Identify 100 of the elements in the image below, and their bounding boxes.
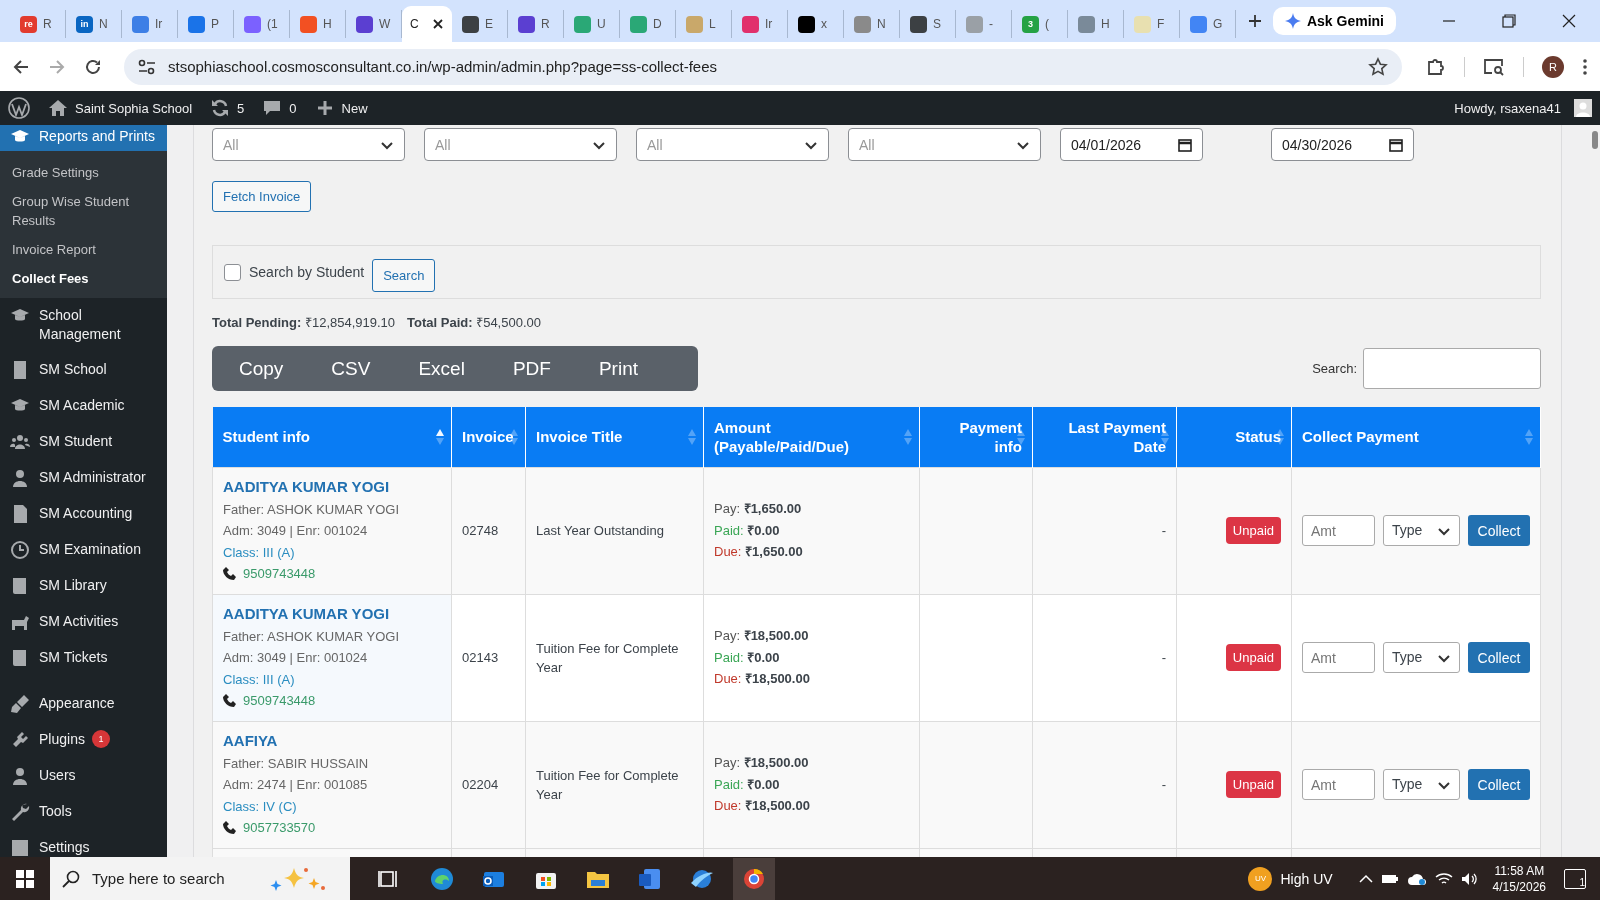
student-name-link[interactable]: AADITYA KUMAR YOGI [223, 476, 441, 497]
phone-link[interactable]: 9509743448 [243, 563, 316, 585]
collect-button[interactable]: Collect [1467, 642, 1530, 673]
browser-tab[interactable]: R [508, 10, 564, 38]
star-icon[interactable] [1368, 56, 1388, 77]
browser-tab[interactable]: W [346, 10, 402, 38]
battery-icon[interactable] [1380, 872, 1399, 885]
puzzle-icon[interactable] [1426, 56, 1446, 77]
scroll-bar[interactable] [1590, 125, 1600, 857]
class-link[interactable]: Class: III (A) [223, 668, 441, 690]
export-button[interactable]: Copy [215, 346, 308, 391]
search-button[interactable]: Search [372, 258, 436, 292]
sidebar-item[interactable]: SM Academic [0, 388, 167, 424]
class-link[interactable]: Class: IV (C) [223, 795, 441, 817]
windows-logo-icon[interactable] [16, 869, 34, 888]
browser-tab[interactable]: H [290, 10, 346, 38]
browser-tab[interactable]: - [956, 10, 1012, 38]
phone-link[interactable]: 9057733570 [243, 817, 316, 839]
sidebar-item[interactable]: School Management [0, 298, 167, 352]
column-header[interactable]: Last Payment Date [1032, 407, 1177, 467]
column-header[interactable]: Status [1176, 407, 1292, 467]
browser-tab[interactable]: S [900, 10, 956, 38]
sidebar-item[interactable]: SM School [0, 352, 167, 388]
updates-link[interactable]: 5 [210, 98, 245, 118]
column-header[interactable]: Invoice [451, 407, 526, 467]
address-bar[interactable]: stsophiaschool.cosmosconsultant.co.in/wp-admin/admin.php?page=ss-collect-fees [124, 48, 1402, 85]
wordpress-logo-icon[interactable] [8, 97, 30, 119]
document-icon[interactable] [638, 866, 662, 891]
collect-button[interactable]: Collect [1467, 515, 1530, 546]
wifi-icon[interactable] [1434, 871, 1453, 886]
export-button[interactable]: PDF [488, 346, 575, 391]
sidebar-item[interactable]: Users [0, 758, 167, 794]
browser-tab[interactable]: G [1180, 10, 1236, 38]
date-field[interactable]: 04/01/2026 [1060, 128, 1203, 161]
calendar-icon[interactable] [1178, 137, 1192, 152]
sidebar-item[interactable]: SM Examination [0, 532, 167, 568]
weather-text[interactable]: High UV [1280, 870, 1333, 887]
browser-tab[interactable]: N [844, 10, 900, 38]
payment-type-dropdown[interactable]: Type [1383, 642, 1460, 673]
column-header[interactable]: Collect Payment [1291, 407, 1541, 467]
column-header[interactable]: Amount (Payable/Paid/Due) [703, 407, 920, 467]
column-header[interactable]: Invoice Title [525, 407, 704, 467]
student-name-link[interactable]: AADITYA KUMAR YOGI [223, 603, 441, 624]
search-field[interactable]: Type here to search [90, 869, 260, 888]
profile-avatar[interactable]: R [1542, 55, 1564, 78]
reload-icon[interactable] [84, 57, 102, 76]
sidebar-item[interactable]: Tools [0, 794, 167, 830]
chevron-up-icon[interactable] [1358, 873, 1373, 884]
column-header[interactable]: Payment info [919, 407, 1033, 467]
collect-button[interactable]: Collect [1467, 769, 1530, 800]
account-menu-link[interactable]: Howdy, rsaxena41 [1454, 99, 1592, 117]
fetch-invoice-button[interactable]: Fetch Invoice [212, 181, 312, 212]
payment-type-dropdown[interactable]: Type [1383, 769, 1460, 800]
amount-field[interactable]: Amt [1302, 515, 1375, 546]
table-search-field[interactable] [1363, 348, 1541, 389]
export-button[interactable]: CSV [307, 346, 395, 391]
column-header[interactable]: Student info [212, 407, 452, 467]
browser-tab[interactable]: C [402, 6, 452, 42]
taskbar-search-box[interactable]: Type here to search [50, 857, 350, 900]
sidebar-item[interactable]: SM Activities [0, 604, 167, 640]
phone-link[interactable]: 9509743448 [243, 690, 316, 712]
browser-tab[interactable]: P [178, 10, 234, 38]
sidebar-item[interactable]: SM Student [0, 424, 167, 460]
amount-field[interactable]: Amt [1302, 642, 1375, 673]
browser-tab[interactable]: re R [10, 10, 66, 38]
sidebar-item[interactable]: SM Accounting [0, 496, 167, 532]
browser-tab[interactable]: x [788, 10, 844, 38]
amount-field[interactable]: Amt [1302, 769, 1375, 800]
back-arrow-icon[interactable] [12, 57, 30, 76]
site-settings-icon[interactable] [138, 58, 156, 75]
ask-gemini-button[interactable]: Ask Gemini [1272, 7, 1396, 35]
cloud-icon[interactable] [1406, 871, 1427, 886]
submenu-item[interactable]: Collect Fees [0, 264, 167, 293]
site-name-link[interactable]: Saint Sophia School [48, 98, 193, 118]
wave-logo-icon[interactable] [430, 866, 454, 891]
sidebar-item[interactable]: SM Library [0, 568, 167, 604]
checkbox[interactable] [224, 263, 241, 281]
sidebar-item[interactable]: SM Administrator [0, 460, 167, 496]
close-icon[interactable] [1562, 14, 1576, 28]
sidebar-item[interactable]: Appearance [0, 686, 167, 722]
browser-tab[interactable]: F [1124, 10, 1180, 38]
sidebar-item[interactable]: SM Tickets [0, 640, 167, 676]
class-link[interactable]: Class: III (A) [223, 541, 441, 563]
menu-icon[interactable] [1582, 57, 1588, 76]
notifications-button[interactable]: 1 [1564, 868, 1586, 889]
browser-tab[interactable]: Ir [122, 10, 178, 38]
browser-tab[interactable]: in N [66, 10, 122, 38]
clock[interactable]: 11:58 AM 4/15/2026 [1492, 862, 1546, 895]
browser-tab[interactable]: D [620, 10, 676, 38]
browser-tab[interactable]: 3 ( [1012, 10, 1068, 38]
export-button[interactable]: Print [574, 346, 662, 391]
submenu-item[interactable]: Invoice Report [0, 235, 167, 264]
browser-tab[interactable]: U [564, 10, 620, 38]
sidebar-item[interactable]: Plugins 1 [0, 722, 167, 758]
submenu-item[interactable]: Grade Settings [0, 158, 167, 187]
export-button[interactable]: Excel [394, 346, 489, 391]
submenu-item[interactable]: Group Wise Student Results [0, 187, 167, 235]
student-name-link[interactable]: AAFIYA [223, 730, 441, 751]
browser-tab[interactable]: L [676, 10, 732, 38]
comments-link[interactable]: 0 [262, 98, 297, 118]
